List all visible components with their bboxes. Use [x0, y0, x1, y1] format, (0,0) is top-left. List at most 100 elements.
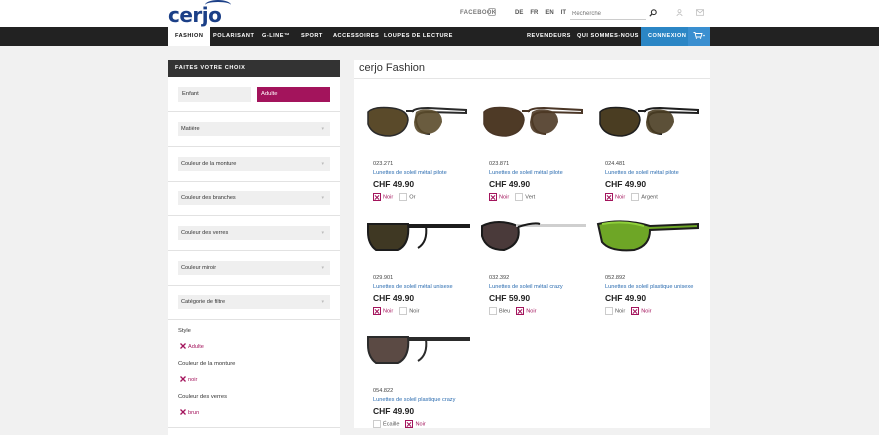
nav-accessoires[interactable]: Accessoires — [333, 27, 379, 46]
nav-g-line[interactable]: G-Line™ — [262, 27, 290, 46]
selection-value: noir — [188, 377, 198, 383]
product-ref: 024.481 — [605, 161, 626, 167]
product-image[interactable] — [362, 100, 470, 152]
chevron-down-icon: ▾ — [321, 161, 324, 167]
swatch-label: Écaille — [383, 421, 400, 428]
product-desc[interactable]: Lunettes de soleil plastique crazy — [373, 397, 455, 403]
divider — [168, 111, 340, 112]
filter-label: Matière — [181, 126, 200, 132]
product-card[interactable]: 023.271 Lunettes de soleil métal pilote … — [362, 82, 474, 201]
product-desc[interactable]: Lunettes de soleil métal pilote — [373, 170, 447, 176]
product-image[interactable] — [594, 214, 702, 266]
product-image[interactable] — [478, 100, 586, 152]
filter-matiere[interactable]: Matière ▾ — [178, 122, 330, 136]
choice-adulte[interactable]: Adulte — [257, 87, 330, 102]
product-price: CHF 49.90 — [605, 179, 647, 189]
selection-tag-verres[interactable]: brun — [180, 408, 199, 416]
user-icon[interactable] — [676, 9, 683, 16]
color-swatch[interactable]: Noir — [516, 307, 536, 315]
filter-categorie-filtre[interactable]: Catégorie de filtre ▾ — [178, 295, 330, 309]
selection-tag-monture[interactable]: noir — [180, 375, 197, 383]
swatch-row: Écaille Noir — [373, 420, 432, 429]
divider — [168, 427, 340, 428]
product-card[interactable]: 032.392 Lunettes de soleil métal crazy C… — [478, 196, 590, 315]
divider — [168, 215, 340, 216]
nav-connexion[interactable]: Connexion — [641, 27, 694, 46]
filter-label: Couleur de la monture — [181, 161, 237, 167]
product-ref: 054.822 — [373, 388, 394, 394]
product-card[interactable]: 052.892 Lunettes de soleil plastique uni… — [594, 196, 706, 315]
selection-tag-style[interactable]: Adulte — [180, 342, 204, 350]
nav-sport[interactable]: Sport — [301, 27, 323, 46]
color-swatch[interactable]: Noir — [605, 307, 625, 315]
color-swatch[interactable]: Noir — [405, 420, 426, 428]
nav-fashion[interactable]: Fashion — [168, 27, 211, 46]
product-price: CHF 49.90 — [605, 293, 647, 303]
filter-label: Catégorie de filtre — [181, 299, 226, 305]
filter-couleur-branches[interactable]: Couleur des branches ▾ — [178, 191, 330, 205]
filter-couleur-miroir[interactable]: Couleur miroir ▾ — [178, 261, 330, 275]
product-image[interactable] — [478, 214, 586, 266]
cerjo-logo[interactable]: cerjo — [168, 0, 231, 27]
choice-row: Enfant Adulte — [178, 87, 330, 102]
checked-box-icon — [631, 307, 640, 315]
product-desc[interactable]: Lunettes de soleil plastique unisexe — [605, 284, 693, 290]
main-nav: Fashion Polarisant G-Line™ Sport Accesso… — [0, 27, 879, 46]
cart-button[interactable] — [688, 27, 710, 46]
product-ref: 052.892 — [605, 275, 626, 281]
product-card[interactable]: 029.901 Lunettes de soleil métal unisexe… — [362, 196, 474, 315]
product-image[interactable] — [594, 100, 702, 152]
chevron-down-icon: ▾ — [321, 126, 324, 132]
product-price: CHF 49.90 — [489, 179, 531, 189]
product-card[interactable]: 054.822 Lunettes de soleil plastique cra… — [362, 309, 474, 428]
swatch-label: Noir — [641, 308, 652, 315]
product-desc[interactable]: Lunettes de soleil métal unisexe — [373, 284, 453, 290]
lang-en[interactable]: EN — [545, 10, 553, 16]
nav-qui-sommes-nous[interactable]: Qui sommes-nous ? — [577, 27, 645, 46]
remove-icon[interactable] — [180, 376, 186, 382]
product-card[interactable]: 023.871 Lunettes de soleil métal pilote … — [478, 82, 590, 201]
page-title: cerjo Fashion — [359, 62, 426, 74]
product-card[interactable]: 024.481 Lunettes de soleil métal pilote … — [594, 82, 706, 201]
lang-it[interactable]: IT — [561, 10, 566, 16]
language-switcher: DE FR EN IT — [515, 10, 566, 16]
chevron-down-icon: ▾ — [321, 265, 324, 271]
search-icon[interactable] — [649, 9, 657, 17]
nav-polarisant[interactable]: Polarisant — [213, 27, 254, 46]
product-ref: 023.871 — [489, 161, 510, 167]
chevron-down-icon: ▾ — [321, 299, 324, 305]
filter-label: Couleur des branches — [181, 195, 236, 201]
nav-loupes[interactable]: Loupes de lecture — [384, 27, 453, 46]
selection-title-style: Style — [178, 328, 191, 334]
remove-icon[interactable] — [180, 409, 186, 415]
remove-icon[interactable] — [180, 343, 186, 349]
selection-value: brun — [188, 410, 200, 416]
facebook-like-icon[interactable] — [488, 8, 496, 16]
divider — [168, 181, 340, 182]
lang-de[interactable]: DE — [515, 10, 523, 16]
product-price: CHF 59.90 — [489, 293, 531, 303]
lang-fr[interactable]: FR — [530, 10, 538, 16]
divider — [168, 319, 340, 320]
color-swatch[interactable]: Bleu — [489, 307, 510, 315]
nav-revendeurs[interactable]: Revendeurs — [527, 27, 571, 46]
product-image[interactable] — [362, 214, 470, 266]
divider — [168, 146, 340, 147]
color-swatch[interactable]: Noir — [631, 307, 652, 315]
selection-title-verres: Couleur des verres — [178, 394, 227, 400]
top-bar: cerjo FACEBOOK DE FR EN IT — [0, 0, 879, 27]
swatch-label: Noir — [615, 308, 626, 315]
product-desc[interactable]: Lunettes de soleil métal crazy — [489, 284, 563, 290]
choice-enfant[interactable]: Enfant — [178, 87, 251, 102]
selection-value: Adulte — [188, 344, 204, 350]
filter-label: Couleur des verres — [181, 230, 229, 236]
product-image[interactable] — [362, 327, 470, 379]
color-swatch[interactable]: Écaille — [373, 420, 399, 428]
filter-couleur-monture[interactable]: Couleur de la monture ▾ — [178, 157, 330, 171]
filter-couleur-verres[interactable]: Couleur des verres ▾ — [178, 226, 330, 240]
checked-box-icon — [516, 307, 525, 315]
mail-icon[interactable] — [696, 9, 704, 16]
product-desc[interactable]: Lunettes de soleil métal pilote — [605, 170, 679, 176]
product-desc[interactable]: Lunettes de soleil métal pilote — [489, 170, 563, 176]
search-input[interactable] — [570, 8, 646, 20]
